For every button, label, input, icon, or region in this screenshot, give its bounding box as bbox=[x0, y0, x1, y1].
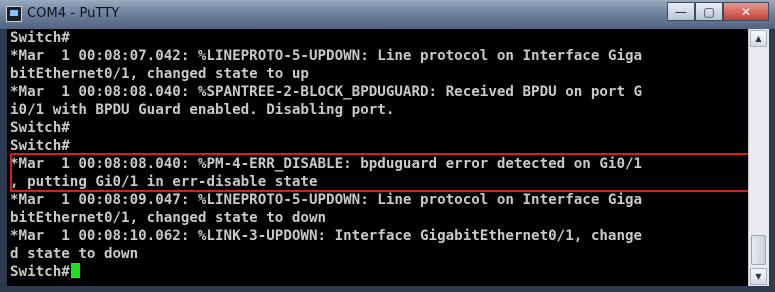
terminal-output[interactable]: Switch# *Mar 1 00:08:07.042: %LINEPROTO-… bbox=[7, 29, 752, 286]
maximize-button[interactable]: ▢ bbox=[695, 2, 723, 21]
close-button[interactable]: ✕ bbox=[723, 2, 769, 21]
error-highlight-box bbox=[10, 153, 752, 192]
terminal-line: *Mar 1 00:08:09.047: %LINEPROTO-5-UPDOWN… bbox=[10, 192, 643, 208]
terminal-prompt: Switch# bbox=[10, 264, 70, 280]
terminal-line: *Mar 1 00:08:10.062: %LINK-3-UPDOWN: Int… bbox=[10, 228, 643, 244]
terminal-line: bitEthernet0/1, changed state to up bbox=[10, 66, 309, 82]
terminal-prompt-line: Switch# bbox=[10, 263, 80, 281]
terminal-line: d state to down bbox=[10, 246, 139, 262]
scrollbar-thumb[interactable] bbox=[751, 235, 766, 265]
terminal-line: i0/1 with BPDU Guard enabled. Disabling … bbox=[10, 102, 395, 118]
vertical-scrollbar[interactable]: ▲ ▼ bbox=[748, 29, 769, 286]
text-cursor bbox=[70, 263, 80, 278]
scroll-down-arrow-icon[interactable]: ▼ bbox=[750, 268, 767, 285]
terminal-line: *Mar 1 00:08:07.042: %LINEPROTO-5-UPDOWN… bbox=[10, 48, 643, 64]
title-bar[interactable]: COM4 - PuTTY — ▢ ✕ bbox=[0, 0, 775, 30]
window-title: COM4 - PuTTY bbox=[27, 6, 120, 21]
terminal-line: bitEthernet0/1, changed state to down bbox=[10, 210, 327, 226]
terminal-line: Switch# bbox=[10, 120, 70, 136]
window-frame-bottom bbox=[0, 286, 775, 292]
scroll-up-arrow-icon[interactable]: ▲ bbox=[750, 30, 767, 47]
minimize-button[interactable]: — bbox=[667, 2, 695, 21]
terminal-line: *Mar 1 00:08:08.040: %SPANTREE-2-BLOCK_B… bbox=[10, 84, 643, 100]
putty-app-icon[interactable] bbox=[6, 6, 22, 22]
window-controls: — ▢ ✕ bbox=[667, 2, 769, 21]
terminal-line: Switch# bbox=[10, 30, 70, 46]
